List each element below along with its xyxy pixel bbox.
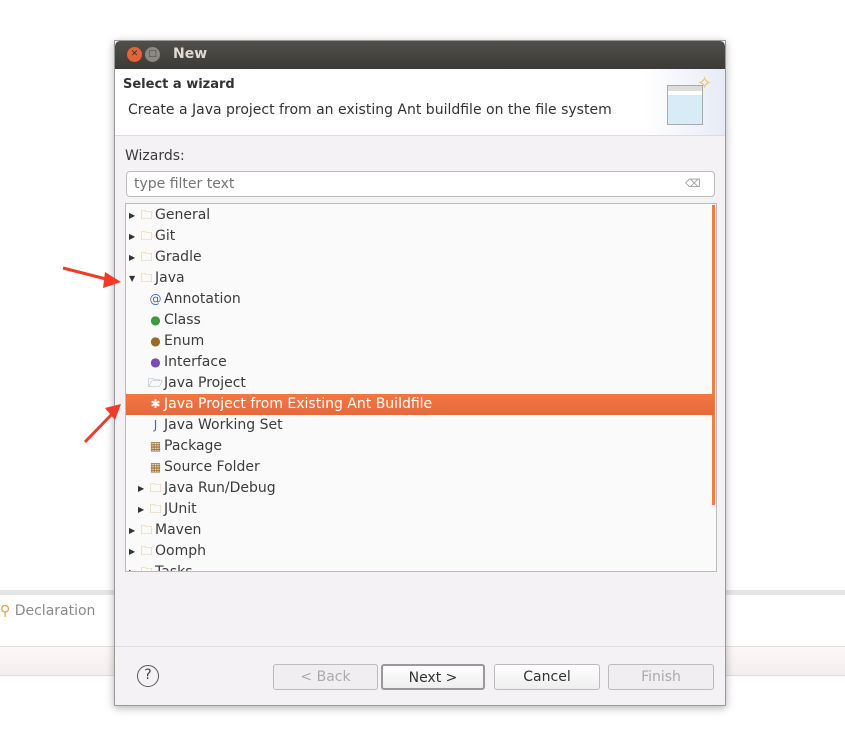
ant-icon: ✱ [150,397,161,411]
wizard-tree[interactable]: ▶ 🗀 General ▶ 🗀 Git ▶ 🗀 Gradle ▼ 🗀 Java @ Annotation ●… [125,203,717,572]
tree-item-label: Gradle [155,249,202,265]
folder-icon: 🗀 [140,229,153,243]
folder-icon: 🗀 [149,502,162,516]
close-button[interactable]: ✕ [127,47,142,62]
folder-icon: 🗀 [140,271,153,285]
help-icon[interactable]: ? [137,665,159,687]
tree-item[interactable]: 🗁Java Project [126,373,714,394]
tree-item-label: Source Folder [164,459,260,475]
back-button[interactable]: < Back [273,664,378,690]
tree-item[interactable]: ▶ 🗀 General [126,205,714,226]
tree-item-label: Tasks [155,564,193,572]
declaration-label: Declaration [14,603,96,619]
wizard-header: Select a wizard Create a Java project fr… [115,69,725,136]
expander-icon[interactable]: ▶ [129,205,138,226]
tree-item-label: Enum [164,333,205,349]
tree-item[interactable]: ● Enum [126,331,714,352]
expander-icon[interactable]: ▶ [138,478,147,499]
tree-item[interactable]: J Java Working Set [126,415,714,436]
expander-icon[interactable]: ▶ [129,562,138,571]
tree-item-label: Interface [164,354,227,370]
java-project-icon: 🗁 [148,376,163,390]
folder-icon: 🗀 [140,250,153,264]
tree-item-label: General [155,207,211,223]
folder-icon: 🗀 [149,481,162,495]
expander-icon[interactable]: ▶ [129,520,138,541]
tree-item[interactable]: ▦ Package [126,436,714,457]
tree-item[interactable]: ▶ 🗀 Maven [126,520,714,541]
tree-item-label: Git [155,228,176,244]
folder-icon: 🗀 [140,544,153,558]
clear-filter-icon[interactable]: ⌫ [685,177,701,190]
tree-item[interactable]: @ Annotation [126,289,714,310]
finish-button[interactable]: Finish [608,664,714,690]
maximize-button[interactable]: □ [145,47,160,62]
header-description: Create a Java project from an existing A… [128,102,612,118]
header-title: Select a wizard [123,77,235,92]
folder-icon: 🗀 [140,523,153,537]
annotation-arrows [62,266,121,444]
expander-icon[interactable]: ▶ [129,247,138,268]
tree-item-label: Annotation [164,291,241,307]
package-icon: ▦ [149,439,162,453]
footer-divider [115,646,725,647]
tree-item-label: JUnit [164,501,197,517]
wizard-banner-icon: ✧ [645,69,725,135]
tree-item[interactable]: ▶ 🗀 Gradle [126,247,714,268]
tree-item-label: Maven [155,522,202,538]
dialog-title: New [173,46,208,62]
tree-item-label: Package [164,438,223,454]
interface-icon: ● [150,355,161,369]
annotation-icon: @ [149,292,162,306]
tree-item-label: Java [155,270,185,286]
tree-item-label: Java Working Set [164,417,283,433]
class-icon: ● [150,313,161,327]
tree-item[interactable]: ▦ Source Folder [126,457,714,478]
next-button[interactable]: Next > [381,664,485,690]
tree-item-label: Java Run/Debug [164,480,276,496]
expander-icon[interactable]: ▶ [129,226,138,247]
working-set-icon: J [153,418,158,432]
tree-item[interactable]: ✱ Java Project from Existing Ant Buildfil… [126,394,714,415]
expander-icon[interactable]: ▶ [129,541,138,562]
tree-item-label: Oomph [155,543,206,559]
tree-item[interactable]: ▶ 🗀 Java Run/Debug [126,478,714,499]
folder-icon: 🗀 [140,565,153,572]
expander-icon[interactable]: ▶ [138,499,147,520]
title-bar[interactable]: ✕ □ New [115,41,725,69]
new-wizard-dialog: ✕ □ New Select a wizard Create a Java pr… [114,40,726,706]
tree-item[interactable]: ▶ 🗀 Git [126,226,714,247]
tree-item-label: Class [164,312,201,328]
tree-item[interactable]: ▼ 🗀 Java [126,268,714,289]
folder-icon: 🗀 [140,208,153,222]
tree-item-label: Java Project from Existing Ant Buildfile [164,396,433,412]
enum-icon: ● [150,334,161,348]
declaration-icon: ⚲ [0,603,11,619]
tree-item[interactable]: ▶ 🗀 Oomph [126,541,714,562]
tree-item[interactable]: ● Interface [126,352,714,373]
tree-item[interactable]: ▶ 🗀 JUnit [126,499,714,520]
declaration-tab[interactable]: ⚲ Declaration [0,603,95,619]
arrow-to-ant-wizard [83,404,121,444]
filter-input[interactable] [126,171,715,197]
expander-icon[interactable]: ▼ [129,268,138,289]
tree-item[interactable]: ● Class [126,310,714,331]
arrow-to-java [62,266,121,288]
tree-item[interactable]: ▶🗀Tasks [126,562,714,572]
source-folder-icon: ▦ [149,460,162,474]
tree-item-label: Java Project [164,375,246,391]
wizards-label: Wizards: [125,148,185,164]
cancel-button[interactable]: Cancel [494,664,600,690]
